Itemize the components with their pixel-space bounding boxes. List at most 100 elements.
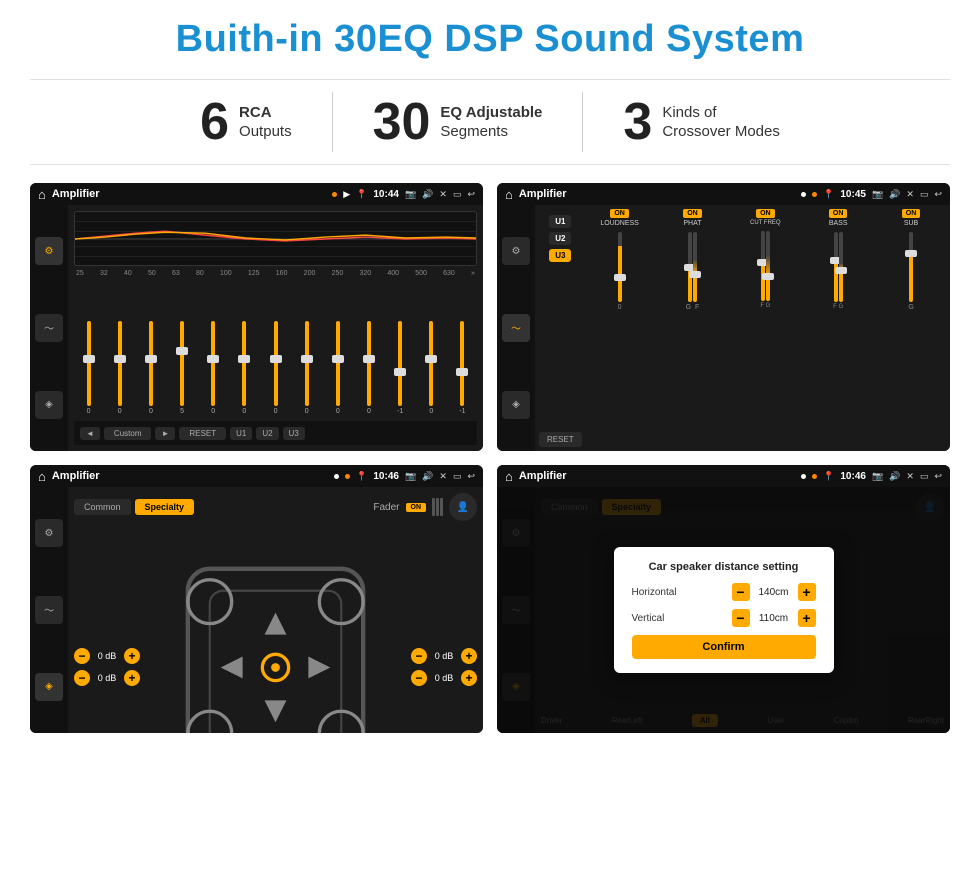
x-icon-4: ✕ bbox=[906, 471, 914, 482]
plus-btn-4[interactable]: + bbox=[461, 670, 477, 686]
stat-eq-number: 30 bbox=[373, 96, 431, 148]
u3-btn[interactable]: U3 bbox=[283, 427, 305, 440]
eq-bottom-bar: ◄ Custom ► RESET U1 U2 U3 bbox=[74, 421, 477, 445]
eq-mode-btn-2[interactable]: ⚙ bbox=[502, 237, 530, 265]
eq-mode-btn[interactable]: ⚙ bbox=[35, 237, 63, 265]
bass-on[interactable]: ON bbox=[829, 209, 848, 218]
plus-btn-2[interactable]: + bbox=[124, 670, 140, 686]
wave-btn[interactable]: 〜 bbox=[35, 314, 63, 342]
camera-icon-3: 📷 bbox=[405, 471, 416, 482]
u3-btn-2[interactable]: U3 bbox=[549, 249, 571, 262]
reset-btn-1[interactable]: RESET bbox=[179, 427, 226, 440]
dialog-overlay: Car speaker distance setting Horizontal … bbox=[497, 487, 950, 733]
reset-btn-2[interactable]: RESET bbox=[539, 432, 582, 447]
dialog-title: Car speaker distance setting bbox=[632, 561, 816, 573]
status-bar-1: ⌂ Amplifier ▶ 📍 10:44 📷 🔊 ✕ ▭ ↩ bbox=[30, 183, 483, 205]
screen3-body: ⚙ 〜 ◈ Common Specialty Fader ON bbox=[30, 487, 483, 733]
eq-slider-13[interactable]: -1 bbox=[448, 321, 477, 415]
u1-btn[interactable]: U1 bbox=[230, 427, 252, 440]
eq-sliders: 0 0 0 bbox=[74, 281, 477, 417]
car-svg bbox=[144, 525, 407, 733]
eq-slider-3[interactable]: 0 bbox=[136, 321, 165, 415]
crossover-sliders: ON LOUDNESS 0 ON PHAT bbox=[585, 209, 946, 447]
vol-icon-4: 🔊 bbox=[889, 471, 900, 482]
screen-icon-2: ▭ bbox=[920, 189, 929, 200]
specialty-tab[interactable]: Specialty bbox=[135, 499, 195, 515]
horizontal-minus[interactable]: − bbox=[732, 583, 750, 601]
eq-slider-12[interactable]: 0 bbox=[417, 321, 446, 415]
u1-btn-2[interactable]: U1 bbox=[549, 215, 571, 228]
eq-area: 25 32 40 50 63 80 100 125 160 200 250 32… bbox=[68, 205, 483, 451]
phat-on[interactable]: ON bbox=[683, 209, 702, 218]
cutfreq-on[interactable]: ON bbox=[756, 209, 775, 218]
screen-icon-1: ▭ bbox=[453, 189, 462, 200]
loudness-on[interactable]: ON bbox=[610, 209, 629, 218]
eq-slider-5[interactable]: 0 bbox=[199, 321, 228, 415]
eq-slider-4[interactable]: 5 bbox=[167, 321, 196, 415]
loudness-col: ON LOUDNESS 0 bbox=[585, 209, 655, 447]
loudness-ticks bbox=[618, 232, 622, 302]
common-tab[interactable]: Common bbox=[74, 499, 131, 515]
confirm-button[interactable]: Confirm bbox=[632, 635, 816, 659]
eq-slider-7[interactable]: 0 bbox=[261, 321, 290, 415]
time-3: 10:46 bbox=[373, 471, 399, 482]
minus-btn-1[interactable]: − bbox=[74, 648, 90, 664]
eq-slider-11[interactable]: -1 bbox=[386, 321, 415, 415]
page-wrapper: Buith-in 30EQ DSP Sound System 6 RCA Out… bbox=[0, 0, 980, 881]
play-btn[interactable]: ► bbox=[155, 427, 175, 440]
minus-btn-2[interactable]: − bbox=[74, 670, 90, 686]
horizontal-row: Horizontal − 140cm + bbox=[632, 583, 816, 601]
status-icons-1: ▶ bbox=[343, 189, 350, 200]
fader-on-badge[interactable]: ON bbox=[406, 503, 427, 512]
vertical-value: 110cm bbox=[754, 613, 794, 624]
u2-btn-2[interactable]: U2 bbox=[549, 232, 571, 245]
horizontal-plus[interactable]: + bbox=[798, 583, 816, 601]
phat-col: ON PHAT G F bbox=[658, 209, 728, 447]
app-name-2: Amplifier bbox=[519, 188, 795, 200]
wave-btn-2[interactable]: 〜 bbox=[502, 314, 530, 342]
left-controls: − 0 dB + − 0 dB + bbox=[74, 525, 140, 733]
back-icon-2: ↩ bbox=[934, 189, 942, 200]
eq-slider-6[interactable]: 0 bbox=[230, 321, 259, 415]
minus-btn-4[interactable]: − bbox=[411, 670, 427, 686]
eq-slider-9[interactable]: 0 bbox=[323, 321, 352, 415]
back-icon-3: ↩ bbox=[467, 471, 475, 482]
speaker-btn-3[interactable]: ◈ bbox=[35, 673, 63, 701]
prev-btn[interactable]: ◄ bbox=[80, 427, 100, 440]
db-control-3: − 0 dB + bbox=[411, 648, 477, 664]
screen-fader: ⌂ Amplifier 📍 10:46 📷 🔊 ✕ ▭ ↩ ⚙ 〜 ◈ bbox=[30, 465, 483, 733]
wave-btn-3[interactable]: 〜 bbox=[35, 596, 63, 624]
custom-btn[interactable]: Custom bbox=[104, 427, 152, 440]
app-name-3: Amplifier bbox=[52, 470, 328, 482]
eq-slider-1[interactable]: 0 bbox=[74, 321, 103, 415]
speaker-btn[interactable]: ◈ bbox=[35, 391, 63, 419]
speaker-btn-2[interactable]: ◈ bbox=[502, 391, 530, 419]
eq-mode-btn-3[interactable]: ⚙ bbox=[35, 519, 63, 547]
fader-main: Common Specialty Fader ON 👤 bbox=[68, 487, 483, 733]
back-icon-4: ↩ bbox=[934, 471, 942, 482]
sub-col: ON SUB G bbox=[876, 209, 946, 447]
bass-col: ON BASS F G bbox=[803, 209, 873, 447]
stats-row: 6 RCA Outputs 30 EQ Adjustable Segments … bbox=[30, 79, 950, 165]
eq-slider-10[interactable]: 0 bbox=[354, 321, 383, 415]
play-icon: ▶ bbox=[343, 189, 350, 200]
home-icon-2: ⌂ bbox=[505, 187, 513, 202]
db-value-1: 0 dB bbox=[93, 651, 121, 661]
sub-on[interactable]: ON bbox=[902, 209, 921, 218]
plus-btn-1[interactable]: + bbox=[124, 648, 140, 664]
screen-eq: ⌂ Amplifier ▶ 📍 10:44 📷 🔊 ✕ ▭ ↩ ⚙ 〜 ◈ bbox=[30, 183, 483, 451]
sub-slider bbox=[909, 232, 913, 302]
right-controls: − 0 dB + − 0 dB + bbox=[411, 525, 477, 733]
eq-graph bbox=[74, 211, 477, 266]
pin-icon-3: 📍 bbox=[356, 471, 367, 482]
status-bar-3: ⌂ Amplifier 📍 10:46 📷 🔊 ✕ ▭ ↩ bbox=[30, 465, 483, 487]
minus-btn-3[interactable]: − bbox=[411, 648, 427, 664]
vertical-plus[interactable]: + bbox=[798, 609, 816, 627]
eq-slider-2[interactable]: 0 bbox=[105, 321, 134, 415]
db-value-2: 0 dB bbox=[93, 673, 121, 683]
eq-slider-8[interactable]: 0 bbox=[292, 321, 321, 415]
vertical-minus[interactable]: − bbox=[732, 609, 750, 627]
u2-btn[interactable]: U2 bbox=[256, 427, 278, 440]
plus-btn-3[interactable]: + bbox=[461, 648, 477, 664]
cutfreq-sliders bbox=[761, 231, 770, 301]
